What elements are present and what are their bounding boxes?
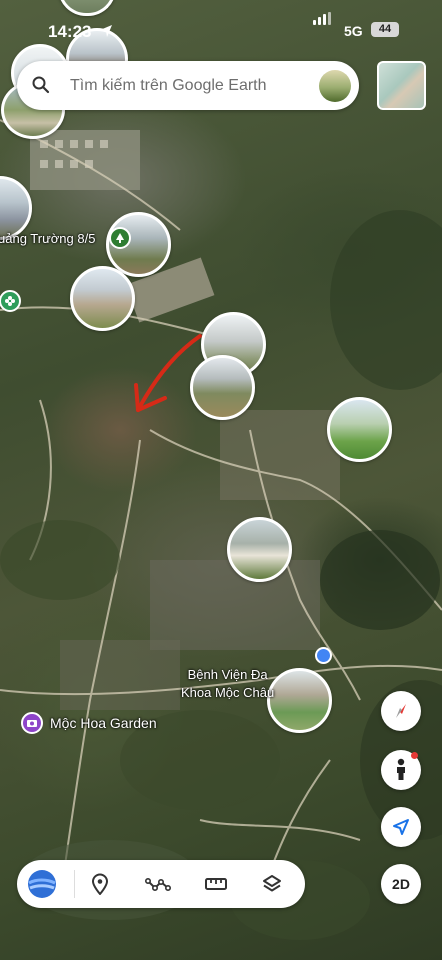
place-marker-icon [91, 873, 109, 895]
photo-pin[interactable] [70, 266, 135, 331]
place-pin-quang-truong[interactable] [109, 227, 131, 249]
street-view-button[interactable] [381, 750, 421, 790]
network-type: 5G [344, 23, 363, 39]
compass-button[interactable] [381, 691, 421, 731]
view-mode-label: 2D [392, 876, 410, 892]
photo-pin[interactable] [190, 355, 255, 420]
camera-icon [27, 720, 37, 727]
search-bar[interactable]: Tìm kiếm trên Google Earth [17, 61, 359, 110]
location-arrow-icon [100, 25, 112, 37]
photo-pin[interactable] [267, 668, 332, 733]
layers-icon [263, 875, 281, 892]
satellite-map[interactable]: uảng Trường 8/5 Bệnh Viện Đa Khoa Mộc Ch… [0, 0, 442, 960]
map-terrain [0, 119, 442, 940]
my-location-button[interactable] [381, 807, 421, 847]
flower-icon [5, 296, 15, 306]
ruler-icon [205, 878, 227, 890]
layers-button[interactable] [258, 870, 286, 898]
search-placeholder: Tìm kiếm trên Google Earth [70, 77, 267, 94]
place-pin-moc-hoa-garden[interactable] [21, 712, 43, 734]
bottom-toolbar [17, 860, 305, 908]
earth-menu-button[interactable] [27, 869, 57, 899]
tree-icon [116, 233, 124, 243]
account-avatar[interactable] [319, 70, 351, 102]
navigation-arrow-icon [393, 819, 409, 835]
place-label[interactable]: Mộc Hoa Garden [50, 715, 157, 731]
pegman-icon [397, 758, 405, 780]
photo-pin[interactable] [327, 397, 392, 462]
compass-icon [396, 704, 406, 718]
town-area [30, 130, 340, 710]
place-label[interactable]: uảng Trường 8/5 [0, 231, 95, 246]
notification-dot [411, 752, 418, 759]
red-annotation-arrow [134, 334, 202, 412]
current-location-dot [315, 647, 332, 664]
photo-pin[interactable] [227, 517, 292, 582]
toolbar-divider [74, 870, 75, 898]
place-marker-button[interactable] [86, 870, 114, 898]
place-pin-flower[interactable] [0, 290, 21, 312]
minimap-thumbnail[interactable] [377, 61, 426, 110]
earth-logo-icon [28, 870, 56, 898]
status-time: 14:23 [48, 22, 92, 41]
place-label[interactable]: Bệnh Viện Đa Khoa Mộc Châu [181, 666, 274, 702]
draw-path-button[interactable] [144, 870, 172, 898]
view-2d-button[interactable]: 2D [381, 864, 421, 904]
path-line-icon [145, 878, 171, 892]
measure-button[interactable] [202, 870, 230, 898]
battery-level: 44 [371, 22, 399, 37]
search-icon [32, 76, 50, 94]
status-bar: 14:23 5G 44 [0, 0, 442, 56]
